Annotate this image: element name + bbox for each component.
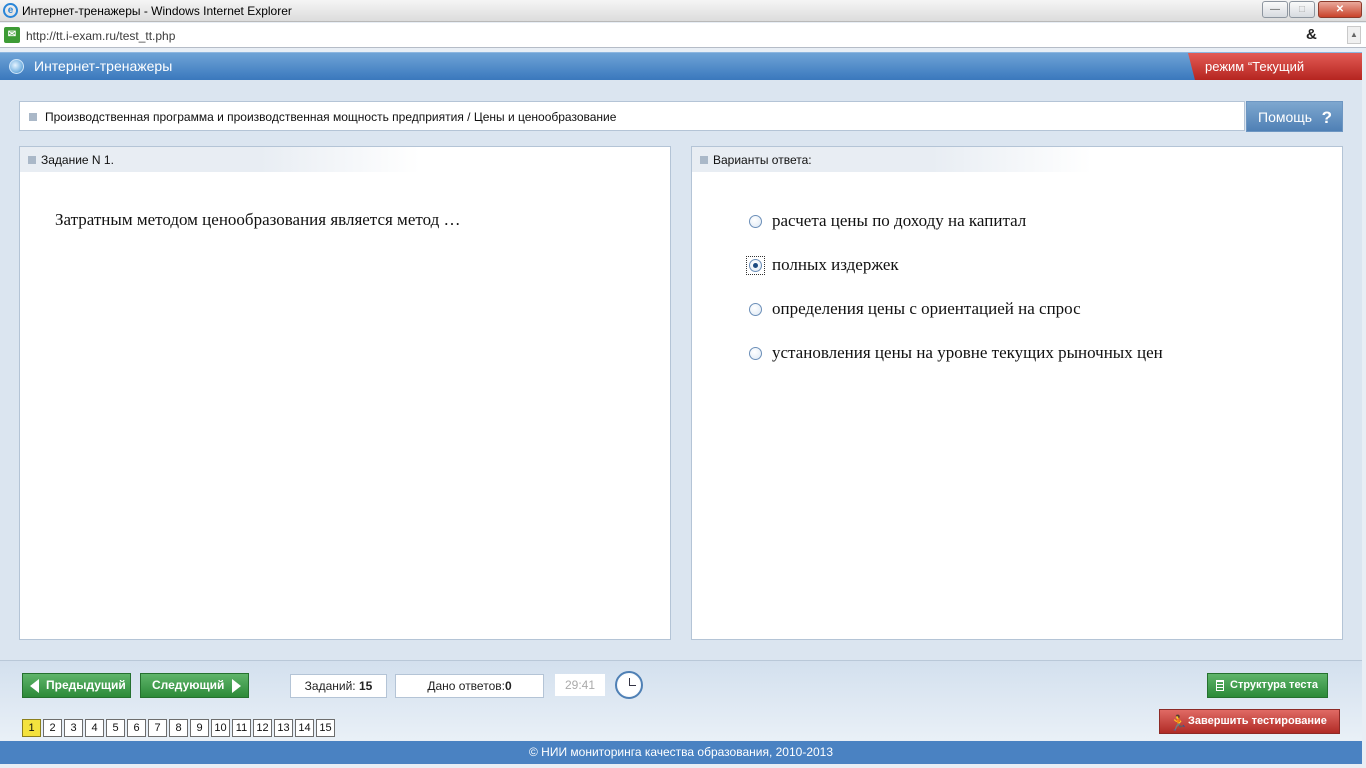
- structure-button[interactable]: Структура теста: [1207, 673, 1328, 698]
- question-text: Затратным методом ценообразования являет…: [55, 210, 461, 229]
- document-icon: [1216, 680, 1224, 691]
- finish-label: Завершить тестирование: [1188, 715, 1327, 727]
- close-button[interactable]: ✕: [1318, 1, 1362, 18]
- structure-label: Структура теста: [1230, 679, 1319, 691]
- help-label: Помощь: [1258, 109, 1313, 125]
- ie-icon: e: [3, 3, 18, 18]
- question-icon: ?: [1321, 108, 1332, 127]
- next-label: Следующий: [152, 678, 225, 692]
- runner-icon: 🏃: [1169, 715, 1188, 732]
- question-panel: Задание N 1. Затратным методом ценообраз…: [19, 146, 671, 640]
- timer: 29:41: [555, 674, 605, 696]
- app-title: Интернет-тренажеры: [34, 58, 173, 74]
- answers-title: Варианты ответа:: [713, 153, 812, 167]
- url-text[interactable]: http://tt.i-exam.ru/test_tt.php: [26, 29, 175, 43]
- radio-button[interactable]: [749, 215, 762, 228]
- arrow-left-icon: [30, 679, 39, 693]
- page-button-1[interactable]: 1: [22, 719, 41, 737]
- tasks-counter: Заданий: 15: [290, 674, 387, 698]
- breadcrumb: Производственная программа и производств…: [19, 101, 1245, 131]
- page-button-11[interactable]: 11: [232, 719, 251, 737]
- page-button-4[interactable]: 4: [85, 719, 104, 737]
- page-button-3[interactable]: 3: [64, 719, 83, 737]
- window-title: Интернет-тренажеры - Windows Internet Ex…: [22, 4, 292, 18]
- radio-button[interactable]: [749, 303, 762, 316]
- answers-count: 0: [504, 679, 512, 693]
- app-header: Интернет-тренажеры режим “Текущий контро…: [0, 52, 1362, 80]
- radio-button-selected[interactable]: [749, 259, 762, 272]
- previous-label: Предыдущий: [46, 678, 126, 692]
- answer-label[interactable]: определения цены с ориентацией на спрос: [772, 299, 1081, 319]
- page-button-10[interactable]: 10: [211, 719, 230, 737]
- page-button-8[interactable]: 8: [169, 719, 188, 737]
- answer-label[interactable]: полных издержек: [772, 255, 899, 275]
- answers-label: Дано ответов:: [427, 679, 505, 693]
- next-button[interactable]: Следующий: [140, 673, 249, 698]
- address-bar[interactable]: ✉ http://tt.i-exam.ru/test_tt.php & ▲: [0, 23, 1366, 48]
- radio-button[interactable]: [749, 347, 762, 360]
- answer-label[interactable]: расчета цены по доходу на капитал: [772, 211, 1026, 231]
- page-button-2[interactable]: 2: [43, 719, 62, 737]
- page-button-15[interactable]: 15: [316, 719, 335, 737]
- clock-icon: [615, 671, 643, 699]
- page-button-7[interactable]: 7: [148, 719, 167, 737]
- window-titlebar: e Интернет-тренажеры - Windows Internet …: [0, 0, 1366, 22]
- bullet-icon: [700, 156, 708, 164]
- maximize-button[interactable]: □: [1289, 1, 1315, 18]
- bullet-icon: [28, 156, 36, 164]
- answers-panel: Варианты ответа: расчета цены по доходу …: [691, 146, 1343, 640]
- minimize-button[interactable]: —: [1262, 1, 1288, 18]
- mode-badge: режим “Текущий контроль”: [1188, 53, 1362, 80]
- page-icon: ✉: [4, 27, 20, 43]
- page-button-13[interactable]: 13: [274, 719, 293, 737]
- breadcrumb-text: Производственная программа и производств…: [45, 110, 617, 124]
- main-area: Производственная программа и производств…: [0, 80, 1362, 660]
- answer-label[interactable]: установления цены на уровне текущих рыно…: [772, 343, 1163, 363]
- bullet-icon: [29, 113, 37, 121]
- footer: © НИИ мониторинга качества образования, …: [0, 741, 1362, 764]
- previous-button[interactable]: Предыдущий: [22, 673, 131, 698]
- arrow-right-icon: [232, 679, 241, 693]
- tasks-count: 15: [358, 679, 373, 693]
- question-title: Задание N 1.: [41, 153, 114, 167]
- page-button-14[interactable]: 14: [295, 719, 314, 737]
- page-button-6[interactable]: 6: [127, 719, 146, 737]
- question-panel-header: Задание N 1.: [20, 147, 420, 172]
- translit-icon[interactable]: &: [1306, 26, 1317, 43]
- tasks-label: Заданий:: [304, 679, 356, 693]
- page-button-9[interactable]: 9: [190, 719, 209, 737]
- scroll-up-icon[interactable]: ▲: [1347, 26, 1361, 44]
- bottom-bar: Предыдущий Следующий Заданий: 15 Дано от…: [0, 660, 1362, 740]
- finish-button[interactable]: 🏃 Завершить тестирование: [1159, 709, 1340, 734]
- answers-panel-header: Варианты ответа:: [692, 147, 1092, 172]
- help-button[interactable]: Помощь ?: [1246, 101, 1343, 132]
- page-button-5[interactable]: 5: [106, 719, 125, 737]
- page-button-12[interactable]: 12: [253, 719, 272, 737]
- globe-icon: [9, 59, 24, 74]
- answers-counter: Дано ответов:0: [395, 674, 544, 698]
